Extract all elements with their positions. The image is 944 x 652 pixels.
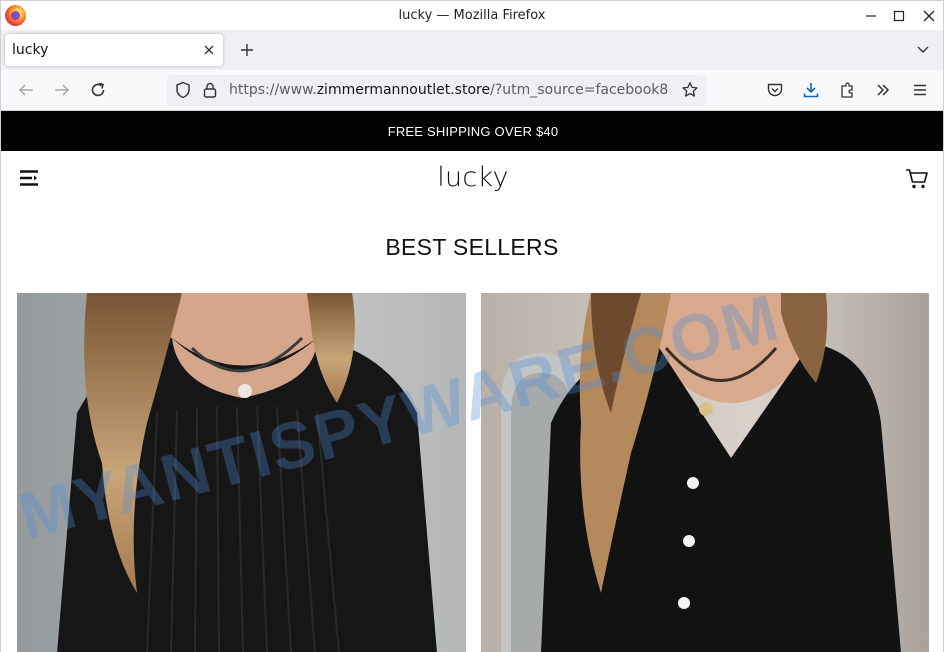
url-path: /?utm_source=facebook8 bbox=[490, 82, 669, 98]
lock-icon[interactable] bbox=[201, 81, 219, 99]
new-tab-button[interactable] bbox=[237, 40, 257, 60]
product-image-black-button-blouse[interactable] bbox=[481, 293, 929, 652]
extensions-icon[interactable] bbox=[839, 81, 857, 99]
url-host: zimmermannoutlet.store bbox=[316, 82, 491, 98]
announcement-bar: FREE SHIPPING OVER $40 bbox=[1, 111, 943, 151]
store-logo[interactable]: lucky bbox=[1, 162, 943, 193]
close-window-button[interactable] bbox=[912, 1, 944, 31]
window-title: lucky — Mozilla Firefox bbox=[398, 8, 546, 23]
back-arrow-icon[interactable] bbox=[17, 81, 35, 99]
forward-arrow-icon[interactable] bbox=[53, 81, 71, 99]
section-title: BEST SELLERS bbox=[385, 234, 559, 260]
list-all-tabs-icon[interactable] bbox=[915, 42, 931, 58]
maximize-button[interactable] bbox=[882, 1, 916, 31]
pocket-icon[interactable] bbox=[766, 81, 784, 99]
tab-label: lucky bbox=[12, 42, 49, 58]
tracking-protection-icon[interactable] bbox=[174, 81, 192, 99]
page-content: FREE SHIPPING OVER $40 lucky BEST SELLER… bbox=[0, 111, 944, 652]
product-image-ribbed-black-top[interactable] bbox=[17, 293, 466, 652]
announcement-text: FREE SHIPPING OVER $40 bbox=[387, 123, 559, 139]
address-bar[interactable]: https://www.zimmermannoutlet.store/?utm_… bbox=[167, 75, 707, 106]
navigation-toolbar: https://www.zimmermannoutlet.store/?utm_… bbox=[0, 70, 944, 111]
site-header: lucky bbox=[1, 151, 943, 211]
tab-strip: lucky bbox=[0, 30, 944, 70]
shopping-cart-icon[interactable] bbox=[905, 168, 929, 190]
url-scheme: https://www. bbox=[229, 82, 317, 98]
app-menu-icon[interactable] bbox=[911, 81, 929, 99]
tab-lucky[interactable]: lucky bbox=[5, 34, 223, 66]
close-tab-icon[interactable] bbox=[201, 42, 217, 58]
window-titlebar: lucky — Mozilla Firefox bbox=[0, 0, 944, 30]
more-tools-icon[interactable] bbox=[874, 81, 892, 99]
star-icon[interactable] bbox=[681, 81, 699, 99]
url-text[interactable]: https://www.zimmermannoutlet.store/?utm_… bbox=[229, 82, 674, 98]
reload-icon[interactable] bbox=[89, 81, 107, 99]
download-icon[interactable] bbox=[802, 81, 820, 99]
